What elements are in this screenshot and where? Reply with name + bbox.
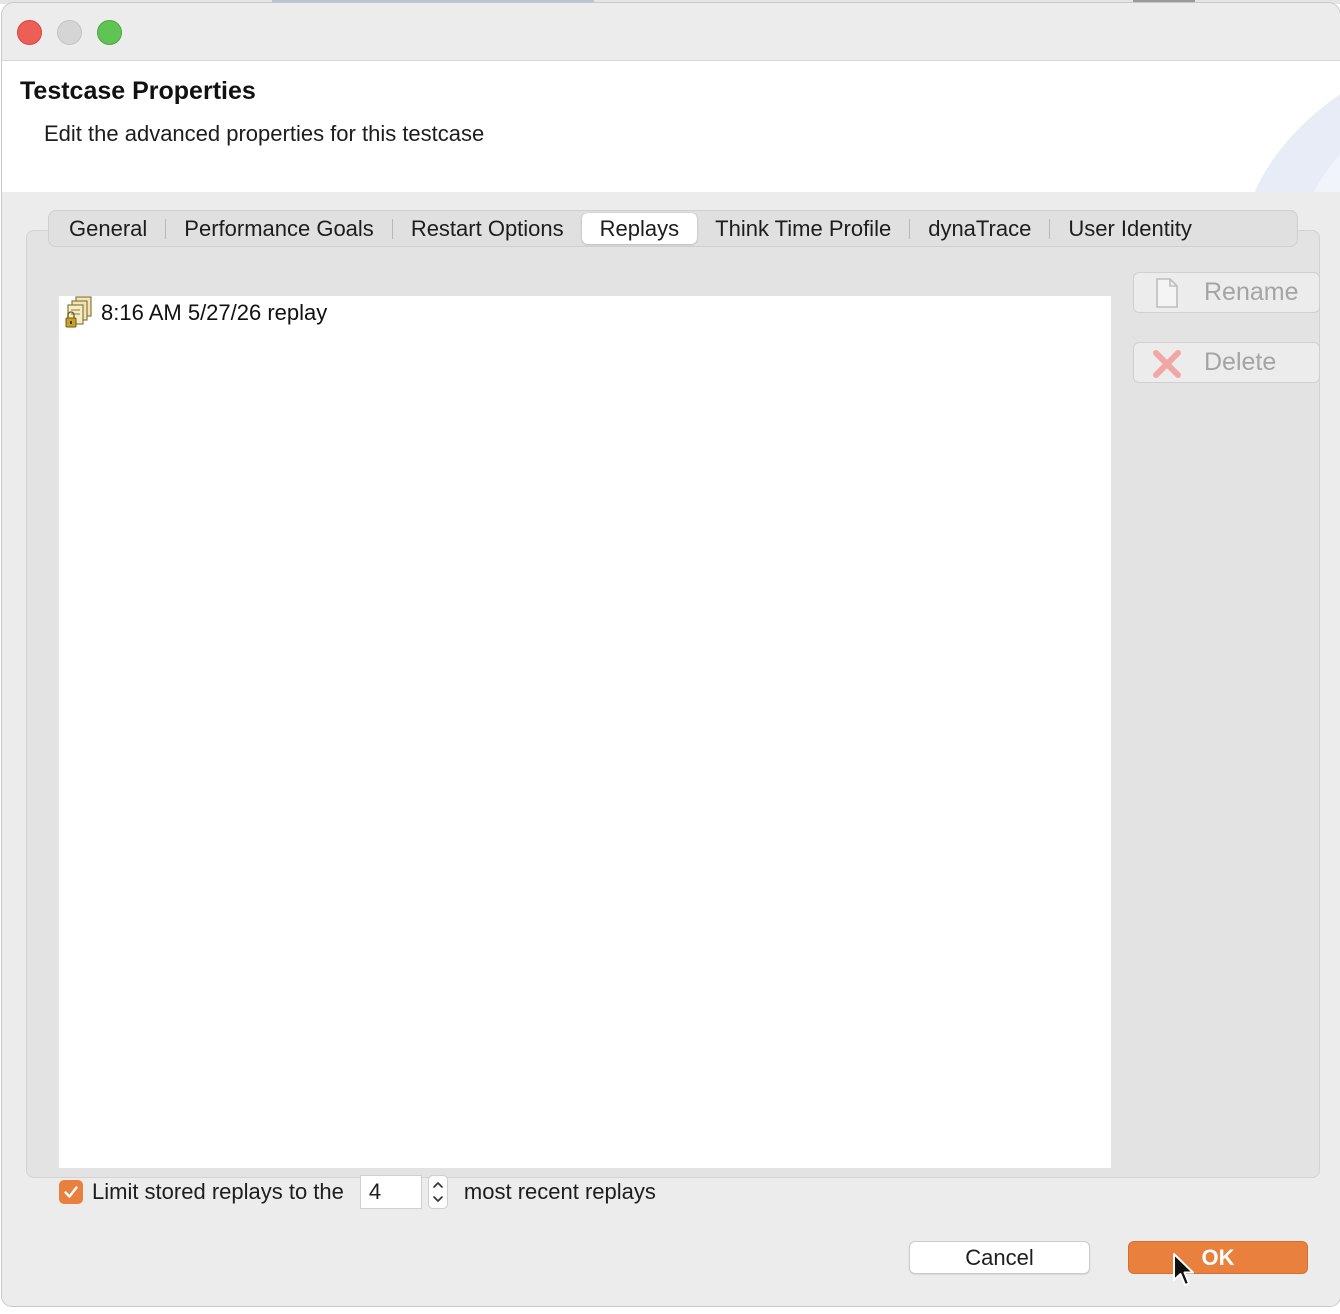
replay-item-label: 8:16 AM 5/27/26 replay	[101, 300, 328, 325]
close-window-button[interactable]	[17, 20, 42, 45]
tab-restart-options[interactable]: Restart Options	[393, 213, 582, 244]
title-bar	[2, 3, 1340, 61]
dialog-description: Edit the advanced properties for this te…	[44, 121, 485, 146]
dialog-title: Testcase Properties	[20, 77, 256, 105]
tab-performance-goals[interactable]: Performance Goals	[166, 213, 392, 244]
tab-think-time-profile[interactable]: Think Time Profile	[697, 213, 909, 244]
dialog-header: Testcase Properties Edit the advanced pr…	[2, 61, 1340, 192]
limit-replays-checkbox[interactable]	[59, 1180, 83, 1204]
maximize-window-button[interactable]	[97, 20, 122, 45]
list-item[interactable]: 8:16 AM 5/27/26 replay	[63, 296, 327, 330]
replay-list[interactable]: 8:16 AM 5/27/26 replay	[59, 296, 1111, 1168]
cancel-button[interactable]: Cancel	[909, 1241, 1090, 1274]
delete-button[interactable]: Delete	[1133, 342, 1320, 383]
header-decoration-graphic	[1254, 94, 1340, 192]
tab-panel: 8:16 AM 5/27/26 replay Rename Delete Lim…	[26, 230, 1320, 1209]
checkmark-icon	[64, 1186, 78, 1198]
minimize-window-button[interactable]	[57, 20, 82, 45]
replay-count-input[interactable]: 4	[359, 1175, 422, 1209]
tab-bar: General Performance Goals Restart Option…	[48, 210, 1298, 247]
rename-button-label: Rename	[1204, 278, 1299, 306]
limit-replays-row: Limit stored replays to the 4 most recen…	[59, 1173, 656, 1211]
tab-dynatrace[interactable]: dynaTrace	[910, 213, 1049, 244]
document-icon	[1152, 277, 1182, 309]
rename-button[interactable]: Rename	[1133, 272, 1320, 313]
replay-count-stepper[interactable]	[427, 1175, 448, 1209]
tab-user-identity[interactable]: User Identity	[1050, 213, 1210, 244]
tab-general[interactable]: General	[51, 213, 165, 244]
dialog-content: 8:16 AM 5/27/26 replay Rename Delete Lim…	[2, 192, 1340, 1306]
tab-replays[interactable]: Replays	[581, 213, 698, 244]
limit-replays-suffix: most recent replays	[463, 1179, 656, 1204]
limit-replays-label: Limit stored replays to the	[92, 1179, 344, 1204]
replay-stack-icon	[63, 296, 95, 330]
delete-button-label: Delete	[1204, 348, 1277, 376]
delete-x-icon	[1152, 347, 1182, 379]
ok-button[interactable]: OK	[1128, 1241, 1308, 1274]
testcase-properties-dialog: Testcase Properties Edit the advanced pr…	[2, 3, 1340, 1306]
